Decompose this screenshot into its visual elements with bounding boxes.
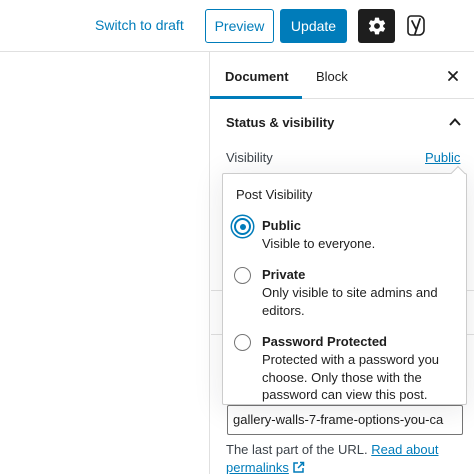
permalink-help: The last part of the URL. Read about per… [226, 441, 466, 474]
radio-public[interactable] [234, 218, 251, 235]
popover-title: Post Visibility [236, 187, 313, 202]
permalink-help-text: The last part of the URL. [226, 442, 368, 457]
update-button[interactable]: Update [280, 9, 347, 43]
yoast-button[interactable] [404, 11, 430, 41]
radio-password[interactable] [234, 334, 251, 351]
settings-button[interactable] [358, 9, 395, 43]
tab-block[interactable]: Block [316, 69, 348, 84]
post-visibility-popover: Post Visibility Public Visible to everyo… [222, 165, 467, 405]
option-label: Public [262, 218, 302, 233]
yoast-icon [407, 15, 425, 36]
tab-document[interactable]: Document [225, 69, 289, 84]
permalink-slug-input[interactable]: gallery-walls-7-frame-options-you-ca [227, 405, 463, 435]
active-tab-indicator [210, 96, 302, 99]
sidebar-tabs: Document Block [210, 52, 474, 99]
option-description: Only visible to site admins and editors. [262, 285, 438, 318]
option-label: Private [262, 267, 306, 282]
radio-private[interactable] [234, 267, 251, 284]
visibility-toggle-link[interactable]: Public [425, 150, 460, 165]
close-icon[interactable] [446, 69, 460, 83]
gear-icon [368, 17, 385, 35]
preview-button[interactable]: Preview [205, 9, 274, 43]
visibility-label: Visibility [226, 150, 273, 165]
external-link-icon [293, 461, 305, 473]
option-description: Visible to everyone. [262, 236, 376, 251]
option-label: Password Protected [262, 334, 387, 349]
option-description: Protected with a password you choose. On… [262, 352, 440, 402]
panel-title-status-visibility[interactable]: Status & visibility [226, 115, 334, 130]
switch-to-draft-button[interactable]: Switch to draft [95, 17, 184, 33]
editor-header: Switch to draft Preview Update [0, 0, 474, 52]
chevron-up-icon[interactable] [448, 115, 462, 129]
